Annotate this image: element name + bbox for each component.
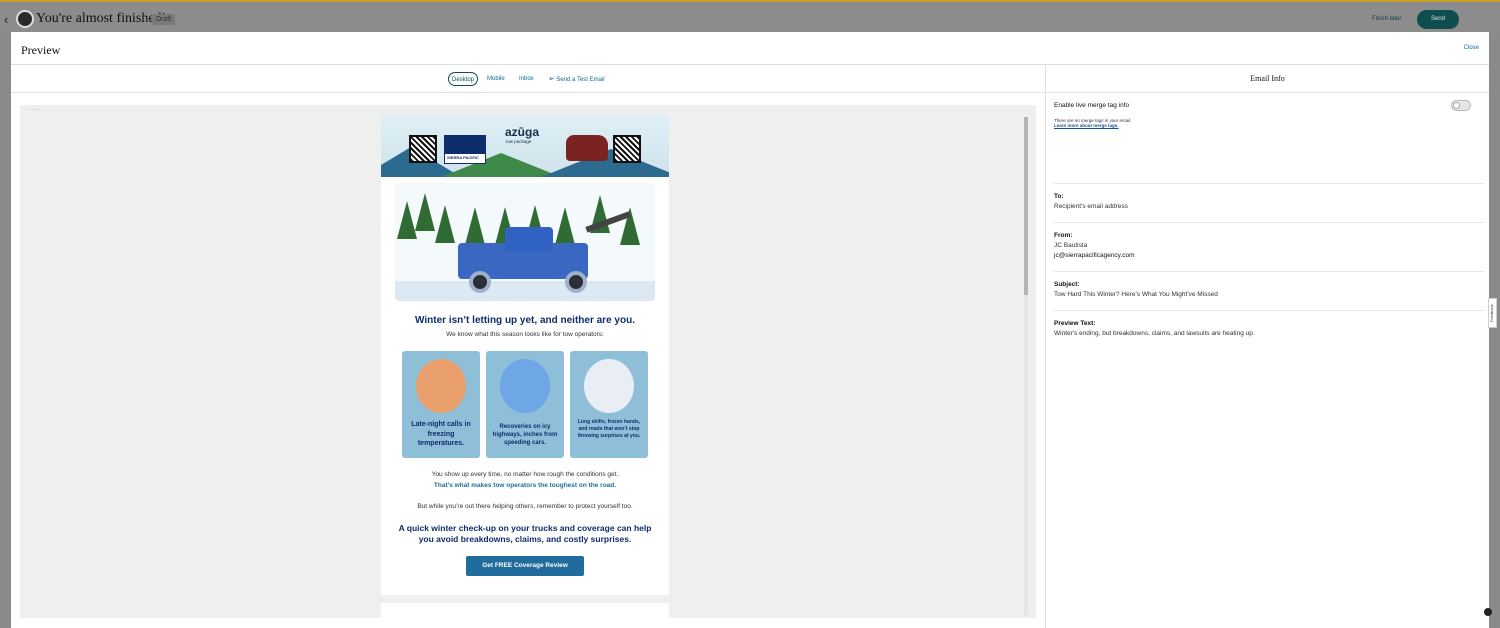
preview-tabs: Desktop Mobile Inbox ➢ Send a Test Email [11,65,1045,93]
merge-tag-toggle[interactable] [1451,100,1471,111]
help-icon[interactable] [1484,608,1492,616]
subject-value: Tow Hard This Winter? Here's What You Mi… [1054,291,1218,298]
from-name: JC Bautista [1054,242,1088,249]
email-header-banner: SIERRA PACIFIC azūga tow package Sierra … [381,115,669,177]
from-section: From: JC Bautista jc@sierrapacificagency… [1054,232,1484,272]
email-paragraph: You show up every time, no matter how ro… [431,471,619,478]
to-label: To: [1054,193,1064,200]
top-bar: ‹ You're almost finished! Draft Finish l… [0,0,1500,34]
email-info-title: Email Info [1046,65,1489,93]
coverage-review-button[interactable]: Get FREE Coverage Review [466,556,584,576]
tab-inbox[interactable]: Inbox [519,72,534,86]
preview-text-label: Preview Text: [1054,320,1096,327]
azuga-logo: azūga [505,125,540,139]
close-button[interactable]: Close [1464,45,1479,51]
email-intro: We know what this season looks like for … [446,331,604,338]
email-info-panel: Email Info Enable live merge tag info Th… [1046,65,1489,628]
merge-tag-section: Enable live merge tag info There are no … [1054,102,1484,184]
cold-person-illustration [416,359,466,413]
card-late-night-calls: Late-night calls in freezing temperature… [402,351,480,458]
merge-learn-more-link[interactable]: Learn more about merge tags. [1054,123,1484,128]
from-label: From: [1054,232,1073,239]
card-long-shifts: Long shifts, frozen hands, and roads tha… [570,351,648,458]
send-button[interactable]: Send [1417,10,1459,29]
subject-label: Subject: [1054,281,1080,288]
mailchimp-logo-icon [16,10,34,28]
to-value: Recipient's email address [1054,203,1128,210]
azuga-tagline: tow package [506,139,532,144]
tab-mobile[interactable]: Mobile [487,72,505,86]
back-chevron-icon[interactable]: ‹ [4,12,8,27]
email-paragraph: But while you’re out there helping other… [417,503,633,510]
feedback-tab[interactable]: Feedback [1488,298,1497,328]
qr-code [613,135,641,163]
paper-plane-icon: ➢ [548,74,555,83]
draft-badge: Draft [152,14,176,25]
modal-title: Preview [21,43,61,57]
send-test-email-label: Send a Test Email [556,77,605,83]
merge-toggle-label: Enable live merge tag info [1054,102,1130,109]
card-icy-highways: Recoveries on icy highways, inches from … [486,351,564,458]
send-test-email-button[interactable]: ➢ Send a Test Email [548,72,605,86]
snowstorm-illustration [584,359,634,413]
scrollbar-thumb[interactable] [1024,117,1028,295]
to-section: To: Recipient's email address [1054,193,1484,223]
preview-scrollbar[interactable] [1024,117,1028,615]
email-preview-pane[interactable]: ··· SIERRA PACIFIC azūga tow package Sie… [20,105,1036,618]
hero-tow-truck-image [395,183,655,301]
page-title: You're almost finished! [36,11,167,26]
email-highlight: That’s what makes tow operators the toug… [433,482,617,489]
preview-text-value: Winter's ending, but breakdowns, claims,… [1054,330,1255,337]
more-dots-icon: ··· [28,105,39,114]
email-body: SIERRA PACIFIC azūga tow package Sierra … [381,115,669,595]
email-subheadline: A quick winter check-up on your trucks a… [398,523,652,544]
preview-text-section: Preview Text: Winter's ending, but break… [1054,320,1484,350]
tab-desktop[interactable]: Desktop [448,72,479,86]
sierra-pacific-logo: SIERRA PACIFIC [444,135,486,164]
preview-modal: Preview Close Desktop Mobile Inbox ➢ Sen… [11,32,1489,628]
email-headline: Winter isn’t letting up yet, and neither… [415,315,635,326]
finish-later-link[interactable]: Finish later [1372,16,1401,22]
email-next-section [381,603,669,618]
icy-car-illustration [500,359,550,413]
subject-section: Subject: Tow Hard This Winter? Here's Wh… [1054,281,1484,311]
from-email: jc@sierrapacificagency.com [1054,252,1135,259]
qr-code [409,135,437,163]
sierra-fleet-label: Sierra Fleet [566,156,587,161]
